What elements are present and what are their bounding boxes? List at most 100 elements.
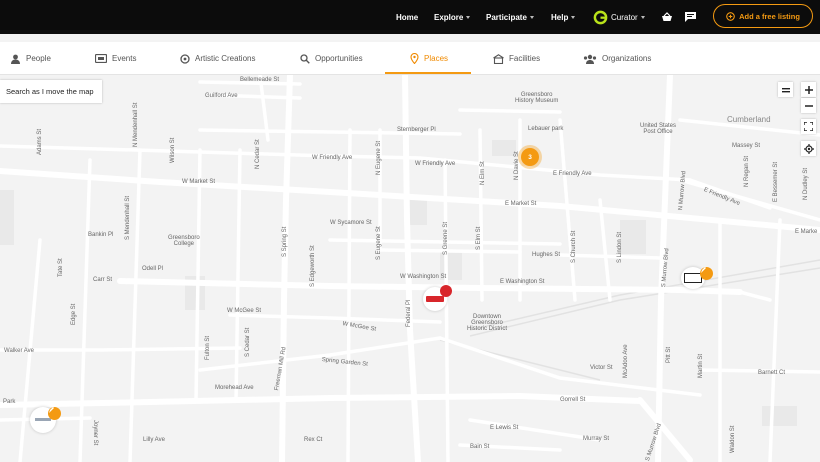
street-label: Joyner St (92, 420, 98, 446)
tab-people[interactable]: People (10, 42, 51, 75)
nav-explore[interactable]: Explore (434, 0, 471, 34)
street-label: W McGee St (227, 308, 262, 314)
chevron-down-icon (571, 15, 576, 19)
street-label: E Bessemer St (773, 161, 779, 202)
street-label: E Marke (795, 229, 818, 235)
minus-icon (804, 104, 813, 107)
street-label: Bankin Pl (88, 232, 114, 238)
street-label: S Spring St (282, 226, 288, 257)
edit-pencil-icon[interactable] (48, 407, 61, 420)
active-tab-indicator (385, 72, 471, 74)
chat-icon (685, 12, 696, 22)
street-label: E Market St (505, 201, 537, 207)
curator-logo-icon (593, 10, 608, 24)
basket-icon (662, 12, 672, 21)
messages-button[interactable] (685, 0, 696, 34)
street-label: Hughes St (532, 252, 561, 258)
place-label: Greensboro College (168, 235, 200, 247)
street-label: N Elm St (480, 161, 486, 185)
palette-icon (180, 53, 190, 64)
chevron-down-icon (640, 15, 645, 19)
nav-help[interactable]: Help (551, 0, 576, 34)
street-label: Tate St (58, 258, 64, 277)
place-label: Cumberland (727, 115, 771, 124)
street-label: N Davie St (514, 151, 520, 180)
street-label: Morehead Ave (215, 385, 254, 391)
street-label: W Market St (182, 179, 216, 185)
street-label: S Eugene St (376, 226, 382, 260)
street-label: Guilford Ave (205, 93, 238, 99)
street-label: Bain St (470, 444, 490, 450)
zoom-out-button[interactable] (801, 98, 816, 113)
street-label: S Cedar St (245, 327, 251, 357)
search-as-move-toggle[interactable]: Search as I move the map (0, 80, 102, 103)
venue-logo-icon (426, 296, 444, 302)
map-layers-button[interactable] (778, 82, 793, 97)
chevron-down-icon (466, 15, 471, 19)
street-label: Rex Ct (304, 437, 323, 443)
street-label: Bellemeade St (240, 77, 280, 83)
street-label: N Eugene St (376, 140, 382, 175)
user-menu[interactable]: Curator (593, 0, 645, 34)
menu-icon (781, 87, 790, 92)
tab-events[interactable]: Events (95, 42, 136, 75)
street-label: W Washington St (400, 274, 447, 280)
place-label: United States Post Office (640, 123, 677, 135)
street-label: Pitt St (666, 346, 672, 363)
street-label: Odell Pl (142, 266, 164, 272)
street-label: Lilly Ave (143, 437, 165, 443)
street-label: Carr St (93, 277, 113, 283)
street-label: S Greene St (443, 221, 449, 255)
crosshair-icon (803, 143, 814, 154)
street-label: Massey St (732, 143, 761, 149)
ticket-icon (95, 54, 107, 63)
tab-artistic-creations[interactable]: Artistic Creations (180, 42, 255, 75)
tab-opportunities[interactable]: Opportunities (300, 42, 363, 75)
place-label: Greensboro History Museum (515, 92, 559, 104)
street-label: W Sycamore St (330, 220, 372, 226)
people-icon (11, 54, 20, 64)
tab-facilities[interactable]: Facilities (493, 42, 540, 75)
locate-me-button[interactable] (801, 141, 816, 156)
venue-badge-icon (440, 285, 452, 297)
plus-icon (804, 85, 813, 94)
zoom-in-button[interactable] (801, 82, 816, 97)
location-pin-icon (410, 53, 419, 64)
street-label: Park (3, 399, 16, 405)
street-label: Gorrell St (560, 397, 586, 403)
street-label: Fulton St (205, 335, 211, 360)
nav-participate[interactable]: Participate (486, 0, 534, 34)
street-label: N Dudley St (803, 167, 809, 200)
street-label: S Edgeworth St (310, 245, 316, 287)
street-label: Waldon St (730, 425, 736, 453)
street-label: N Regan St (744, 155, 750, 187)
street-label: Victor St (590, 365, 613, 371)
chevron-down-icon (529, 15, 534, 19)
tab-organizations[interactable]: Organizations (583, 42, 651, 75)
place-label: Downtown Greensboro Historic District (467, 314, 507, 332)
venue-marker[interactable] (423, 285, 452, 311)
street-label: S Mendenhall St (125, 195, 131, 240)
place-label: Lebauer park (528, 126, 564, 132)
map-canvas[interactable]: Bellemeade St Guilford Ave Sternberger P… (0, 75, 820, 462)
basket-button[interactable] (661, 0, 673, 34)
building-icon (493, 53, 504, 64)
street-label: W Friendly Ave (415, 161, 456, 167)
map-cluster-marker[interactable]: 3 (521, 148, 539, 166)
street-label: Murray St (583, 436, 610, 442)
top-navigation-bar: Home Explore Participate Help Curator Ad… (0, 0, 820, 34)
tab-places[interactable]: Places (410, 42, 448, 75)
street-label: McAdoo Ave (623, 344, 629, 378)
street-label: W Friendly Ave (312, 155, 353, 161)
street-label: Edge St (71, 303, 77, 325)
plus-circle-icon (726, 11, 735, 21)
street-label: Adams St (37, 128, 43, 155)
search-icon (300, 53, 310, 64)
nav-home[interactable]: Home (396, 0, 418, 34)
street-label: Martin St (698, 353, 704, 378)
fullscreen-button[interactable] (801, 119, 816, 134)
add-listing-button[interactable]: Add a free listing (713, 4, 813, 28)
street-label: Federal Pl (406, 299, 412, 327)
edit-pencil-icon[interactable] (700, 267, 713, 280)
group-icon (583, 54, 597, 64)
